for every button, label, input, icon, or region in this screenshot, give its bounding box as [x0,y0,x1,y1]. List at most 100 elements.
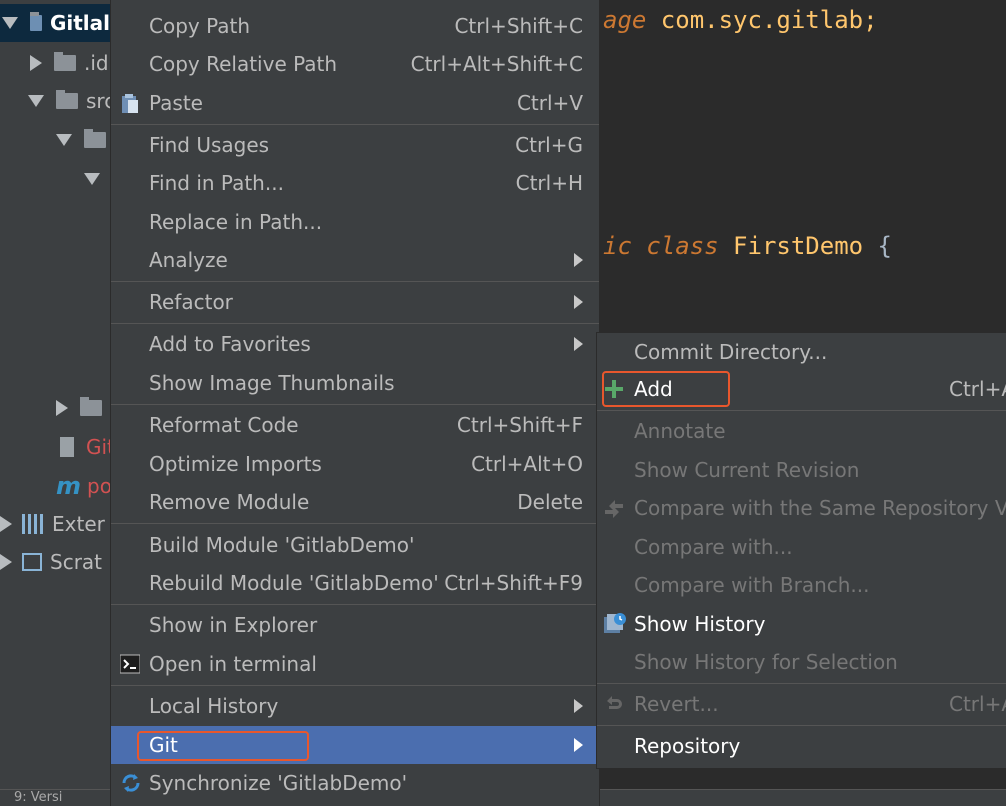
menu-item-label: Replace in Path... [149,210,323,234]
tree-item-gitignore[interactable]: Git [60,428,110,466]
menu-item-copy-relative-path[interactable]: Copy Relative Path Ctrl+Alt+Shift+C [111,45,599,83]
menu-item-label: Copy Relative Path [149,52,338,76]
tree-item-src[interactable]: src [28,82,110,120]
maven-icon: m [56,472,82,500]
submenu-item-label: Show History for Selection [634,650,898,674]
code-class-name: FirstDemo [718,232,864,260]
menu-item-label: Show in Explorer [149,613,318,637]
tree-root[interactable]: Gitlal [0,4,110,42]
menu-item-optimize-imports[interactable]: Optimize Imports Ctrl+Alt+O [111,445,599,483]
submenu-item-compare-same-repository[interactable]: Compare with the Same Repository Ver [597,489,1006,527]
chevron-down-icon[interactable] [2,17,18,29]
submenu-item-show-history-for-selection[interactable]: Show History for Selection [597,643,1006,681]
menu-item-label: Copy Path [149,14,251,38]
menu-item-remove-module[interactable]: Remove Module Delete [111,483,599,521]
project-tree: Gitlal .id src Git m po Exter Scrat [0,0,110,806]
folder-icon [80,397,102,416]
folder-icon [56,90,78,109]
terminal-icon [119,654,141,674]
menu-item-shortcut: Ctrl+Shift+F [456,413,583,437]
menu-item-label: Find Usages [149,133,270,157]
submenu-arrow-icon [574,253,583,267]
tree-item-pom[interactable]: m po [56,467,110,505]
tree-item-scratches[interactable]: Scrat [0,543,102,581]
tree-item-label: Git [86,435,110,459]
chevron-down-icon[interactable] [56,134,72,146]
menu-item-label: Rebuild Module 'GitlabDemo' [149,571,439,595]
code-text: com.syc.gitlab; [646,6,878,34]
menu-item-shortcut: Ctrl+H [515,171,583,195]
menu-item-label: Synchronize 'GitlabDemo' [149,771,408,795]
menu-item-shortcut: Ctrl+V [516,91,583,115]
menu-item-label: Remove Module [149,490,310,514]
submenu-item-compare-with-branch[interactable]: Compare with Branch... [597,566,1006,604]
context-menu: Copy Path Ctrl+Shift+C Copy Relative Pat… [110,0,600,806]
menu-item-label: Build Module 'GitlabDemo' [149,533,415,557]
tree-item-java[interactable] [84,160,110,198]
menu-item-analyze[interactable]: Analyze [111,241,599,279]
chevron-right-icon[interactable] [0,554,12,570]
submenu-arrow-icon [574,337,583,351]
menu-item-copy-path[interactable]: Copy Path Ctrl+Shift+C [111,7,599,45]
submenu-item-revert[interactable]: Revert... Ctrl+A [597,685,1006,723]
add-highlight-box [602,371,730,407]
menu-item-label: Add to Favorites [149,332,311,356]
scratches-icon [22,553,42,571]
submenu-item-shortcut: Ctrl+A [949,377,1006,401]
code-line-package: age com.syc.gitlab; [603,6,878,34]
menu-item-show-in-explorer[interactable]: Show in Explorer [111,606,599,644]
version-control-tab[interactable]: 9: Versi [14,790,62,805]
menu-item-label: Local History [149,694,279,718]
file-icon [60,437,74,457]
submenu-item-annotate[interactable]: Annotate [597,412,1006,450]
menu-item-local-history[interactable]: Local History [111,687,599,725]
undo-icon [603,693,625,715]
tree-item-label: Scrat [50,550,103,574]
sync-icon [120,772,140,792]
menu-separator [111,404,599,405]
menu-item-open-in-terminal[interactable]: Open in terminal [111,645,599,683]
menu-item-synchronize[interactable]: Synchronize 'GitlabDemo' [111,764,599,802]
submenu-item-label: Revert... [634,692,719,716]
code-keyword: ic class [603,232,719,260]
menu-separator [111,685,599,686]
submenu-item-show-history[interactable]: Show History [597,605,1006,643]
menu-item-find-in-path[interactable]: Find in Path... Ctrl+H [111,164,599,202]
menu-item-refactor[interactable]: Refactor [111,283,599,321]
submenu-item-shortcut: Ctrl+A [949,692,1006,716]
tree-item-label: po [87,474,110,498]
tree-item-label: Exter [52,512,105,536]
menu-item-find-usages[interactable]: Find Usages Ctrl+G [111,126,599,164]
submenu-item-repository[interactable]: Repository [597,727,1006,765]
menu-item-label: Open in terminal [149,652,317,676]
tree-item-main[interactable] [56,121,110,159]
history-icon [603,612,626,634]
submenu-item-label: Compare with Branch... [634,573,870,597]
chevron-down-icon[interactable] [84,173,100,185]
submenu-item-commit-directory[interactable]: Commit Directory... [597,333,1006,371]
menu-item-shortcut: Ctrl+Alt+O [471,452,583,476]
clipboard-icon [120,93,140,113]
chevron-right-icon[interactable] [56,400,68,416]
chevron-right-icon[interactable] [0,516,12,532]
chevron-right-icon[interactable] [30,55,42,71]
tree-item-idea[interactable]: .id [30,44,109,82]
menu-item-label: Optimize Imports [149,452,322,476]
module-folder-icon [30,12,42,31]
menu-item-reformat-code[interactable]: Reformat Code Ctrl+Shift+F [111,406,599,444]
menu-item-label: Find in Path... [149,171,284,195]
tree-item-test[interactable] [56,389,110,427]
submenu-item-compare-with[interactable]: Compare with... [597,528,1006,566]
menu-item-paste[interactable]: Paste Ctrl+V [111,84,599,122]
menu-separator [111,523,599,524]
menu-item-add-to-favorites[interactable]: Add to Favorites [111,325,599,363]
code-brace: { [863,232,892,260]
menu-item-rebuild-module[interactable]: Rebuild Module 'GitlabDemo' Ctrl+Shift+F… [111,564,599,602]
menu-item-show-image-thumbnails[interactable]: Show Image Thumbnails [111,364,599,402]
menu-item-replace-in-path[interactable]: Replace in Path... [111,203,599,241]
menu-item-build-module[interactable]: Build Module 'GitlabDemo' [111,526,599,564]
chevron-down-icon[interactable] [28,95,44,107]
tree-item-external-libraries[interactable]: Exter [0,505,105,543]
tree-root-label: Gitlal [49,11,110,35]
submenu-item-show-current-revision[interactable]: Show Current Revision [597,451,1006,489]
